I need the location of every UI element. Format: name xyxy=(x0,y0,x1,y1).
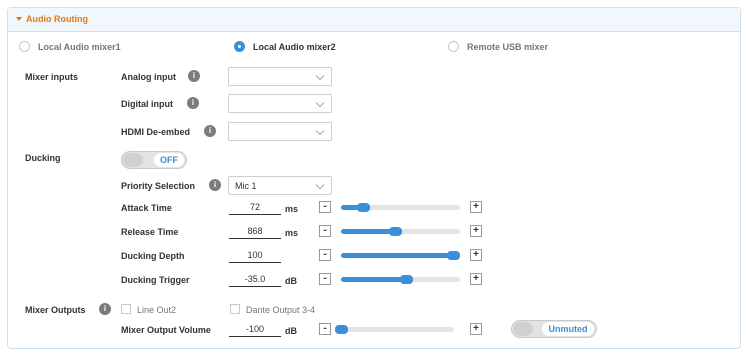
radio-label-remote-usb-mixer: Remote USB mixer xyxy=(467,42,549,52)
slider-fill xyxy=(341,229,396,234)
line-out2-label: Line Out2 xyxy=(137,305,177,315)
release-time-slider[interactable] xyxy=(341,227,460,236)
mixer-output-volume-minus-button[interactable]: - xyxy=(319,323,331,335)
ducking-trigger-unit: dB xyxy=(285,276,297,286)
dante-output-label: Dante Output 3-4 xyxy=(246,305,316,315)
attack-time-unit: ms xyxy=(285,204,299,214)
attack-time-slider[interactable] xyxy=(341,203,460,212)
slider-thumb[interactable] xyxy=(357,203,370,212)
info-icon[interactable]: i xyxy=(209,179,221,191)
info-icon[interactable]: i xyxy=(188,70,200,82)
toggle-knob xyxy=(513,322,533,336)
panel-header[interactable]: Audio Routing xyxy=(8,8,740,32)
slider-thumb[interactable] xyxy=(389,227,402,236)
slider-thumb[interactable] xyxy=(447,251,460,260)
ducking-depth-minus-button[interactable]: - xyxy=(319,249,331,261)
digital-input-label: Digital input xyxy=(121,99,173,109)
radio-local-mixer2[interactable] xyxy=(234,41,245,52)
hdmi-deembed-select[interactable] xyxy=(228,122,332,141)
line-out2-checkbox[interactable] xyxy=(121,304,131,314)
analog-input-label: Analog input xyxy=(121,72,176,82)
priority-selection-label: Priority Selection xyxy=(121,181,196,191)
attack-time-label: Attack Time xyxy=(121,203,172,213)
mixer-outputs-label: Mixer Outputs xyxy=(25,305,86,315)
slider-fill xyxy=(341,277,407,282)
analog-input-select[interactable] xyxy=(228,67,332,86)
mixer-output-volume-slider[interactable] xyxy=(335,325,454,334)
release-time-label: Release Time xyxy=(121,227,179,237)
ducking-toggle[interactable]: OFF xyxy=(121,151,187,169)
radio-label-local-mixer1: Local Audio mixer1 xyxy=(38,42,121,52)
chevron-down-icon xyxy=(315,180,325,190)
slider-thumb[interactable] xyxy=(335,325,348,334)
digital-input-select[interactable] xyxy=(228,94,332,113)
ducking-trigger-slider[interactable] xyxy=(341,275,460,284)
panel-title[interactable]: Audio Routing xyxy=(16,14,88,24)
dante-output-checkbox[interactable] xyxy=(230,304,240,314)
mute-toggle-label: Unmuted xyxy=(542,322,594,336)
chevron-down-icon xyxy=(315,98,325,108)
mixer-output-volume-label: Mixer Output Volume xyxy=(121,325,211,335)
radio-remote-usb-mixer[interactable] xyxy=(448,41,459,52)
caret-down-icon xyxy=(16,17,22,21)
ducking-label: Ducking xyxy=(25,153,61,163)
panel-title-text: Audio Routing xyxy=(26,14,88,24)
radio-label-local-mixer2: Local Audio mixer2 xyxy=(253,42,336,52)
ducking-toggle-label: OFF xyxy=(154,153,184,167)
release-time-unit: ms xyxy=(285,228,299,238)
chevron-down-icon xyxy=(315,71,325,81)
hdmi-deembed-label: HDMI De-embed xyxy=(121,127,191,137)
mixer-inputs-label: Mixer inputs xyxy=(25,72,79,82)
radio-local-mixer1[interactable] xyxy=(19,41,30,52)
info-icon[interactable]: i xyxy=(99,303,111,315)
toggle-knob xyxy=(123,153,143,167)
ducking-depth-input[interactable]: 100 xyxy=(229,248,281,263)
ducking-trigger-minus-button[interactable]: - xyxy=(319,273,331,285)
ducking-depth-plus-button[interactable]: + xyxy=(470,249,482,261)
ducking-trigger-plus-button[interactable]: + xyxy=(470,273,482,285)
audio-routing-panel: Audio Routing xyxy=(7,7,741,349)
mixer-output-volume-plus-button[interactable]: + xyxy=(470,323,482,335)
mute-toggle[interactable]: Unmuted xyxy=(511,320,597,338)
release-time-minus-button[interactable]: - xyxy=(319,225,331,237)
attack-time-input[interactable]: 72 xyxy=(229,200,281,215)
release-time-plus-button[interactable]: + xyxy=(470,225,482,237)
release-time-input[interactable]: 868 xyxy=(229,224,281,239)
attack-time-minus-button[interactable]: - xyxy=(319,201,331,213)
slider-thumb[interactable] xyxy=(400,275,413,284)
priority-selection-value: Mic 1 xyxy=(235,181,257,191)
ducking-depth-label: Ducking Depth xyxy=(121,251,185,261)
ducking-trigger-label: Ducking Trigger xyxy=(121,275,190,285)
ducking-depth-slider[interactable] xyxy=(341,251,460,260)
chevron-down-icon xyxy=(315,126,325,136)
attack-time-plus-button[interactable]: + xyxy=(470,201,482,213)
priority-selection-select[interactable]: Mic 1 xyxy=(228,176,332,195)
info-icon[interactable]: i xyxy=(187,97,199,109)
info-icon[interactable]: i xyxy=(204,125,216,137)
slider-fill xyxy=(341,253,454,258)
mixer-output-volume-input[interactable]: -100 xyxy=(229,322,281,337)
mixer-output-volume-unit: dB xyxy=(285,326,297,336)
ducking-trigger-input[interactable]: -35.0 xyxy=(229,272,281,287)
